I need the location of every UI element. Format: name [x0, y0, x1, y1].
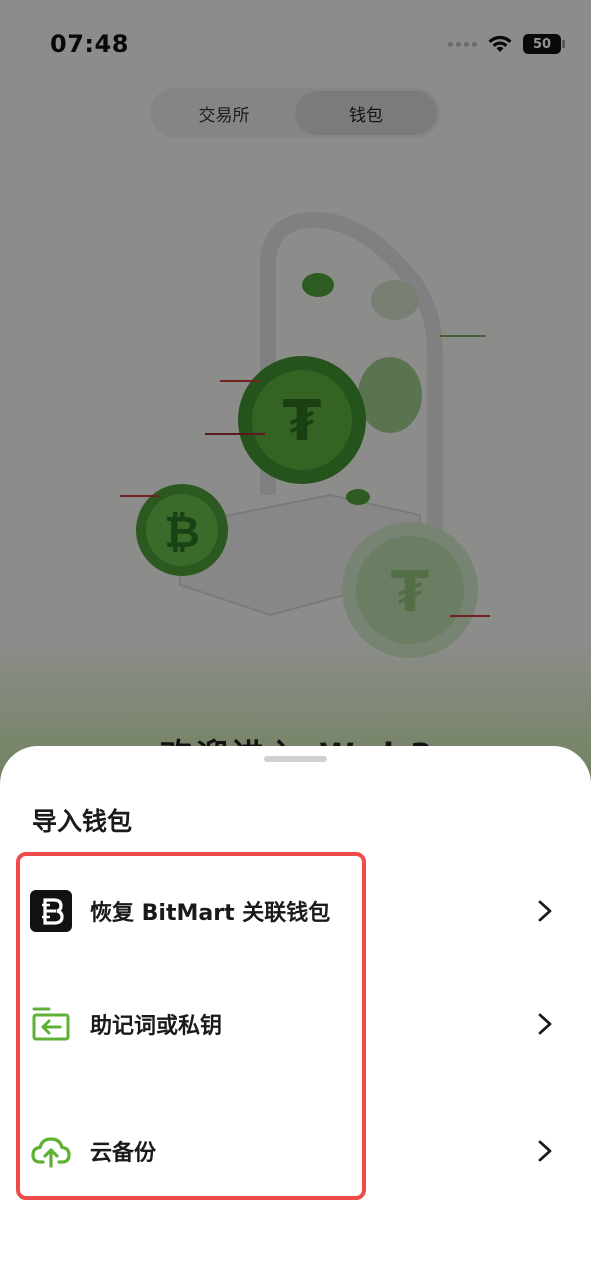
bitmart-logo-icon	[30, 890, 72, 932]
option-cloud-backup[interactable]: 云备份	[0, 1119, 591, 1183]
cloud-upload-icon	[30, 1130, 72, 1172]
import-wallet-sheet: 导入钱包 恢复 BitMart 关联钱包 助记词或私钥 云备份	[0, 746, 591, 1280]
chevron-right-icon	[538, 900, 552, 922]
option-label: 云备份	[90, 1141, 157, 1166]
sheet-grabber[interactable]	[264, 756, 327, 762]
sheet-title: 导入钱包	[32, 807, 133, 836]
option-label: 恢复 BitMart 关联钱包	[90, 901, 331, 926]
option-mnemonic-or-private-key[interactable]: 助记词或私钥	[0, 992, 591, 1056]
chevron-right-icon	[538, 1140, 552, 1162]
option-label: 助记词或私钥	[90, 1014, 223, 1039]
option-restore-bitmart-wallet[interactable]: 恢复 BitMart 关联钱包	[0, 879, 591, 943]
import-key-icon	[30, 1003, 72, 1045]
chevron-right-icon	[538, 1013, 552, 1035]
